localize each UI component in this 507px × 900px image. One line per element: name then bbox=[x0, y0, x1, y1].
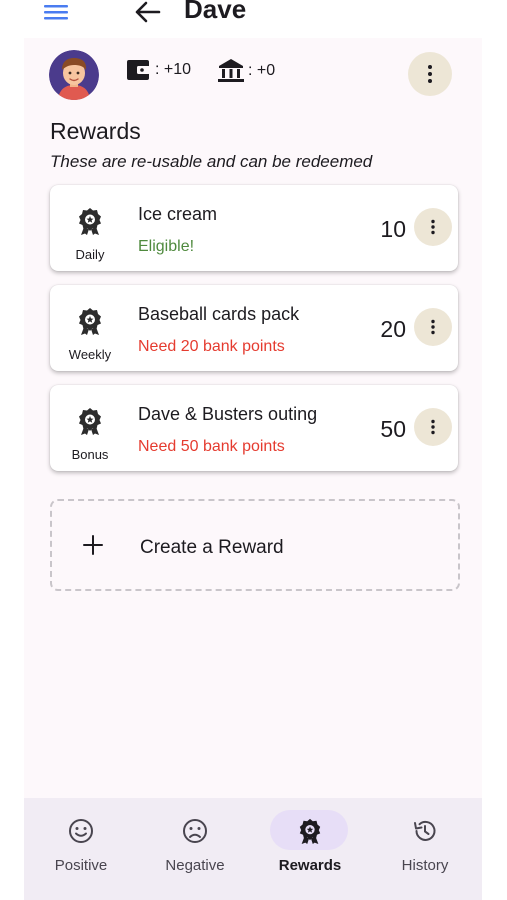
nav-item-history[interactable]: History bbox=[368, 798, 482, 900]
main-content: : +10 : +0 Rewards These are re-usable a… bbox=[24, 38, 482, 798]
reward-card[interactable]: Daily Ice cream Eligible! 10 bbox=[50, 185, 458, 271]
reward-status: Need 20 bank points bbox=[138, 338, 285, 355]
reward-points: 10 bbox=[380, 216, 406, 242]
avatar[interactable] bbox=[49, 50, 99, 100]
back-arrow-icon[interactable] bbox=[133, 0, 161, 24]
bank-value: : +0 bbox=[248, 62, 276, 79]
nav-label-history: History bbox=[401, 857, 449, 874]
more-vertical-icon bbox=[431, 219, 435, 235]
award-icon bbox=[79, 308, 101, 335]
create-reward-label: Create a Reward bbox=[140, 537, 284, 558]
nav-label-negative: Negative bbox=[165, 857, 225, 874]
wallet-stat: : +10 bbox=[126, 58, 191, 82]
more-vertical-icon bbox=[428, 65, 432, 83]
nav-item-positive[interactable]: Positive bbox=[24, 798, 138, 900]
nav-label-rewards: Rewards bbox=[278, 857, 342, 874]
reward-name: Baseball cards pack bbox=[138, 304, 300, 324]
bank-icon bbox=[218, 59, 244, 82]
nav-item-negative[interactable]: Negative bbox=[138, 798, 252, 900]
reward-points: 50 bbox=[380, 416, 406, 442]
reward-options-button[interactable] bbox=[414, 208, 452, 246]
reward-frequency: Weekly bbox=[68, 347, 112, 362]
award-icon bbox=[79, 208, 101, 235]
more-options-button[interactable] bbox=[408, 52, 452, 96]
reward-status: Need 50 bank points bbox=[138, 438, 285, 455]
frown-icon bbox=[183, 819, 207, 843]
reward-card[interactable]: Bonus Dave & Busters outing Need 50 bank… bbox=[50, 385, 458, 471]
create-reward-button[interactable]: Create a Reward bbox=[50, 499, 460, 591]
bottom-navigation: Positive Negative Rewards History bbox=[24, 798, 482, 900]
wallet-icon bbox=[127, 60, 150, 80]
top-app-bar: Dave bbox=[0, 0, 507, 38]
reward-status: Eligible! bbox=[138, 238, 195, 255]
menu-icon[interactable] bbox=[44, 2, 70, 22]
section-title: Rewards bbox=[50, 118, 141, 144]
more-vertical-icon bbox=[431, 319, 435, 335]
history-icon bbox=[414, 820, 436, 841]
page-title: Dave bbox=[184, 0, 247, 24]
more-vertical-icon bbox=[431, 419, 435, 435]
reward-points: 20 bbox=[380, 316, 406, 342]
bank-stat: : +0 bbox=[217, 58, 275, 84]
award-icon bbox=[299, 818, 321, 844]
reward-card[interactable]: Weekly Baseball cards pack Need 20 bank … bbox=[50, 285, 458, 371]
plus-icon bbox=[83, 535, 103, 555]
section-subtitle: These are re-usable and can be redeemed bbox=[50, 152, 373, 171]
app-screen: Dave : +10: +0 Rewards These are re-usa… bbox=[0, 0, 507, 900]
nav-item-rewards[interactable]: Rewards bbox=[253, 798, 367, 900]
nav-label-positive: Positive bbox=[54, 857, 108, 874]
reward-frequency: Bonus bbox=[71, 447, 109, 462]
smile-icon bbox=[69, 819, 93, 843]
reward-options-button[interactable] bbox=[414, 408, 452, 446]
award-icon bbox=[79, 408, 101, 435]
reward-name: Ice cream bbox=[138, 204, 218, 224]
reward-options-button[interactable] bbox=[414, 308, 452, 346]
wallet-value: : +10 bbox=[155, 61, 192, 78]
reward-name: Dave & Busters outing bbox=[138, 404, 318, 424]
boy-avatar-icon bbox=[49, 50, 99, 100]
reward-frequency: Daily bbox=[75, 247, 105, 262]
